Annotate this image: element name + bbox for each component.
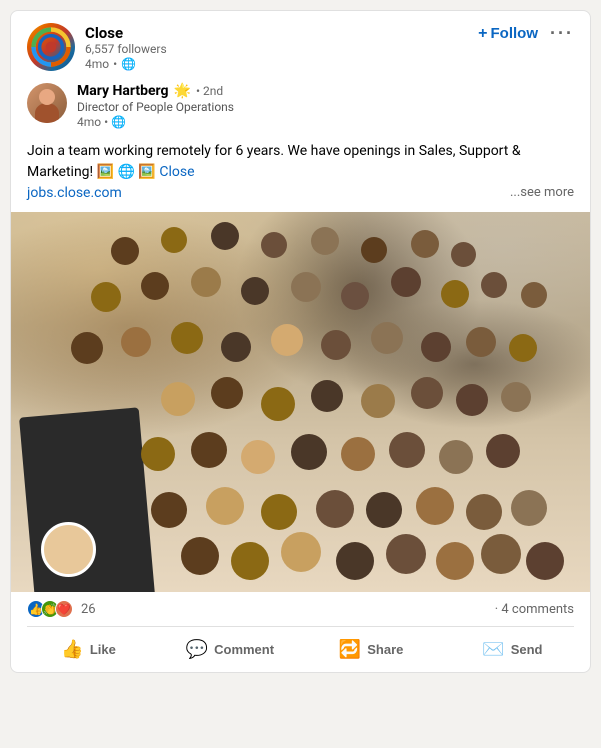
comment-icon: 💬 (186, 639, 208, 660)
reactions-left: 👍 👏 ❤️ 26 (27, 600, 96, 618)
comment-button[interactable]: 💬 Comment (160, 631, 299, 668)
like-icon: 👍 (61, 639, 83, 660)
reaction-emoji-stack: 👍 👏 ❤️ (27, 600, 69, 618)
post-content: Join a team working remotely for 6 years… (11, 137, 590, 212)
author-name[interactable]: Mary Hartberg (77, 83, 169, 99)
jobs-url[interactable]: jobs.close.com (27, 185, 122, 201)
share-button[interactable]: 🔁 Share (302, 631, 441, 668)
crowd-simulation (11, 212, 590, 592)
author-info: Mary Hartberg 🌟 • 2nd Director of People… (77, 83, 234, 129)
author-name-row: Mary Hartberg 🌟 • 2nd (77, 83, 234, 99)
post-image (11, 212, 590, 592)
send-button[interactable]: ✉️ Send (443, 631, 582, 668)
share-label: Share (367, 642, 403, 657)
comment-label: Comment (214, 642, 274, 657)
send-label: Send (511, 642, 543, 657)
comments-count[interactable]: · 4 comments (495, 602, 574, 617)
more-dots: ··· (550, 23, 574, 43)
author-separator: • (104, 115, 108, 129)
more-options-button[interactable]: ··· (550, 23, 574, 44)
team-photo (11, 212, 590, 592)
reaction-count[interactable]: 26 (81, 602, 96, 617)
author-post-meta: 4mo • 🌐 (77, 115, 234, 129)
separator: • (113, 57, 117, 71)
sun-emoji: 🌟 (174, 83, 191, 99)
connection-badge: • 2nd (196, 84, 223, 98)
author-post-time: 4mo (77, 115, 101, 129)
author-title: Director of People Operations (77, 100, 234, 114)
company-logo[interactable] (27, 23, 75, 71)
follow-label: Follow (491, 25, 539, 42)
post-text: Join a team working remotely for 6 years… (27, 143, 521, 180)
plus-icon: + (478, 25, 487, 43)
follow-button[interactable]: + Follow (478, 25, 538, 43)
linkedin-post-card: Close 6,557 followers 4mo • 🌐 + Follow ·… (10, 10, 591, 673)
send-icon: ✉️ (482, 639, 504, 660)
author-section: Mary Hartberg 🌟 • 2nd Director of People… (11, 79, 590, 137)
post-time: 4mo (85, 57, 109, 71)
privacy-globe-icon: 🌐 (121, 57, 136, 71)
action-bar: 👍 Like 💬 Comment 🔁 Share ✉️ Send (11, 627, 590, 672)
reaction-bar: 👍 👏 ❤️ 26 · 4 comments (11, 592, 590, 626)
header-actions: + Follow ··· (478, 23, 574, 44)
author-avatar[interactable] (27, 83, 67, 123)
like-label: Like (90, 642, 116, 657)
share-icon: 🔁 (339, 639, 361, 660)
author-privacy-icon: 🌐 (111, 115, 126, 129)
like-button[interactable]: 👍 Like (19, 631, 158, 668)
company-post-meta: 4mo • 🌐 (85, 57, 574, 71)
close-link[interactable]: Close (159, 164, 194, 180)
company-header: Close 6,557 followers 4mo • 🌐 + Follow ·… (11, 11, 590, 79)
heart-reaction: ❤️ (55, 600, 73, 618)
see-more[interactable]: ...see more (510, 183, 574, 203)
